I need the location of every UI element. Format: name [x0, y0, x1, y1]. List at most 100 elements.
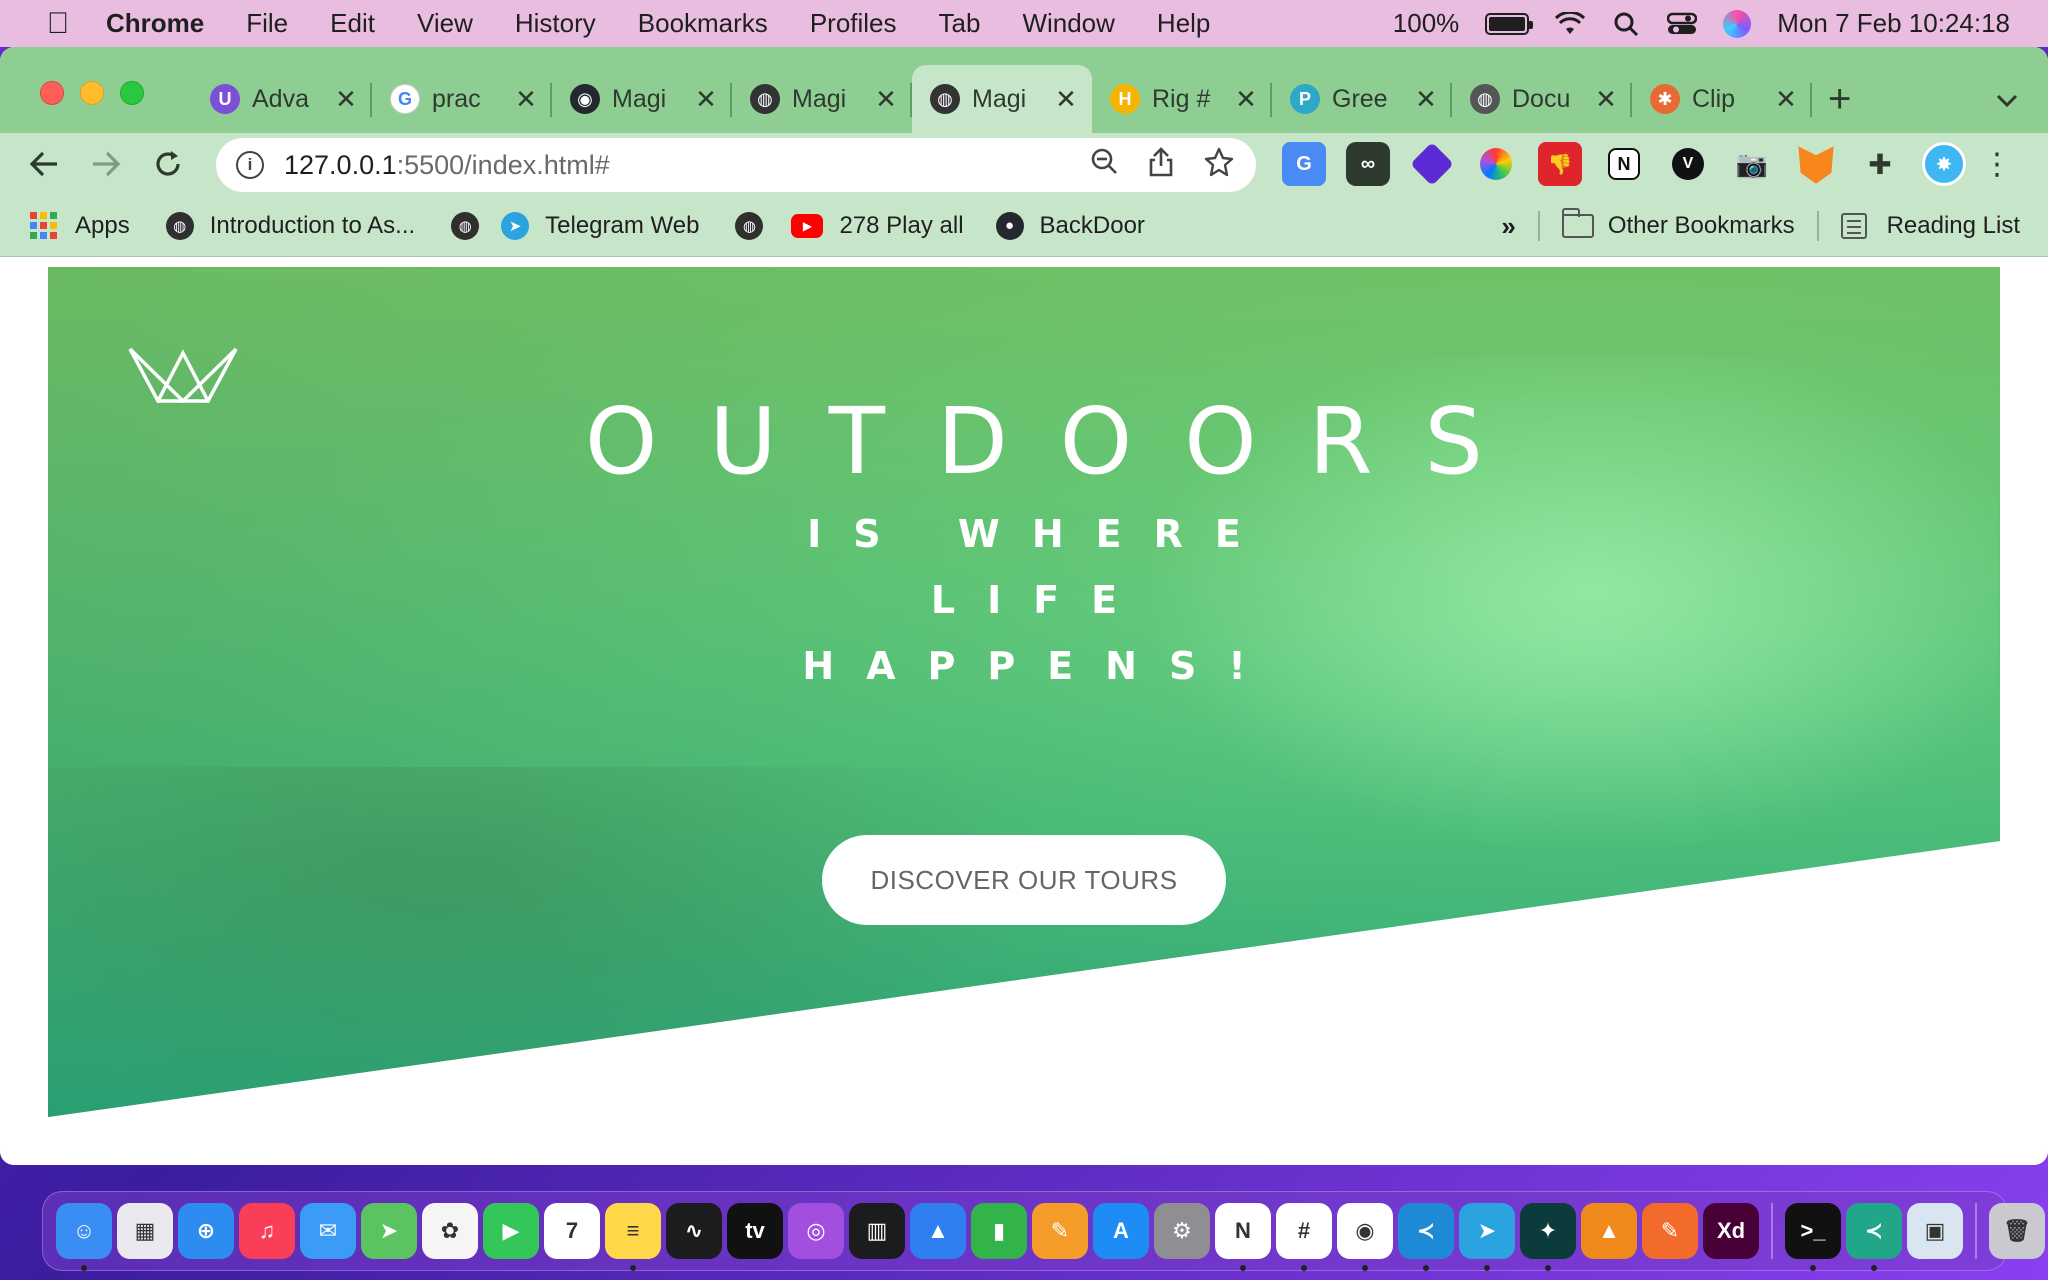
chrome-icon[interactable]: ◉ — [1337, 1203, 1393, 1271]
control-center-icon[interactable] — [1667, 9, 1698, 39]
close-icon[interactable]: ✕ — [874, 84, 898, 115]
tab-5[interactable]: H Rig # ✕ — [1092, 65, 1272, 133]
finder-icon[interactable]: ☺ — [56, 1203, 112, 1271]
facetime-icon[interactable]: ▶ — [483, 1203, 539, 1259]
zoom-icon[interactable] — [1090, 147, 1118, 184]
bookmark-apps[interactable]: Apps — [30, 212, 130, 240]
photos-icon[interactable]: ✿ — [422, 1203, 478, 1259]
tab-search-chevron-icon[interactable] — [1996, 87, 2018, 115]
appletv-icon[interactable]: tv — [727, 1203, 783, 1259]
podcasts-icon[interactable]: ◎ — [788, 1203, 844, 1259]
layers-extension-icon[interactable] — [1410, 142, 1454, 186]
appstore-icon[interactable]: A — [1093, 1203, 1149, 1259]
minimize-window-button[interactable] — [80, 81, 104, 105]
forward-button[interactable] — [84, 142, 128, 186]
close-icon[interactable]: ✕ — [514, 84, 538, 115]
tab-4[interactable]: ◍ Magi ✕ — [912, 65, 1092, 133]
fullscreen-window-button[interactable] — [120, 81, 144, 105]
reload-button[interactable] — [146, 142, 190, 186]
telegram-icon[interactable]: ➤ — [1459, 1203, 1515, 1271]
color-picker-icon[interactable] — [1480, 148, 1512, 180]
pages-icon[interactable]: ✎ — [1032, 1203, 1088, 1259]
notes-icon[interactable]: ≡ — [605, 1203, 661, 1271]
menu-window[interactable]: Window — [1022, 8, 1114, 39]
menu-view[interactable]: View — [417, 8, 473, 39]
notion-clipper-icon[interactable]: N — [1608, 148, 1640, 180]
battery-icon[interactable] — [1485, 12, 1534, 35]
music-icon[interactable]: ♫ — [239, 1203, 295, 1259]
launchpad-icon[interactable]: ▦ — [117, 1203, 173, 1259]
keynote-icon[interactable]: ▲ — [910, 1203, 966, 1259]
maps-icon[interactable]: ➤ — [361, 1203, 417, 1259]
tab-7[interactable]: ◍ Docu ✕ — [1452, 65, 1632, 133]
bookmarks-overflow-icon[interactable]: » — [1501, 211, 1515, 242]
menu-edit[interactable]: Edit — [330, 8, 375, 39]
tab-2[interactable]: ◉ Magi ✕ — [552, 65, 732, 133]
tab-0[interactable]: U Adva ✕ — [192, 65, 372, 133]
bookmark-globe-2[interactable]: ◍ — [735, 211, 764, 240]
menu-tab[interactable]: Tab — [939, 8, 981, 39]
bookmark-star-icon[interactable] — [1204, 147, 1234, 184]
bookmark-telegram-web[interactable]: ➤ Telegram Web — [501, 211, 699, 240]
numbers-icon[interactable]: ▮ — [971, 1203, 1027, 1259]
close-icon[interactable]: ✕ — [694, 84, 718, 115]
vlc-icon[interactable]: ▲ — [1581, 1203, 1637, 1259]
slack-icon[interactable]: # — [1276, 1203, 1332, 1271]
vscode-icon[interactable]: ≺ — [1398, 1203, 1454, 1271]
close-icon[interactable]: ✕ — [334, 84, 358, 115]
menu-history[interactable]: History — [515, 8, 596, 39]
calendar-icon[interactable]: 7 — [544, 1203, 600, 1259]
menu-app-name[interactable]: Chrome — [106, 8, 204, 39]
tab-1[interactable]: Gprac ✕ — [372, 65, 552, 133]
extensions-puzzle-icon[interactable]: ✚ — [1858, 142, 1902, 186]
activity-monitor-icon[interactable]: ▥ — [849, 1203, 905, 1259]
address-bar[interactable]: i 127.0.0.1:5500/index.html# — [216, 138, 1256, 192]
gitkraken-icon[interactable]: ✦ — [1520, 1203, 1576, 1271]
discover-tours-button[interactable]: DISCOVER OUR TOURS — [822, 835, 1226, 925]
menu-bookmarks[interactable]: Bookmarks — [638, 8, 768, 39]
close-icon[interactable]: ✕ — [1594, 84, 1618, 115]
tab-3[interactable]: ◍ Magi ✕ — [732, 65, 912, 133]
apple-menu-icon[interactable]:  — [38, 7, 78, 41]
mail-icon[interactable]: ✉ — [300, 1203, 356, 1259]
close-icon[interactable]: ✕ — [1054, 84, 1078, 115]
tab-8[interactable]: ✱ Clip ✕ — [1632, 65, 1812, 133]
new-tab-button[interactable]: + — [1828, 77, 1851, 122]
menubar-clock[interactable]: Mon 7 Feb 10:24:18 — [1777, 8, 2010, 39]
tab-6[interactable]: P Gree ✕ — [1272, 65, 1452, 133]
reading-list-button[interactable]: Reading List — [1840, 212, 2020, 240]
trash-icon[interactable]: 🗑 — [1989, 1203, 2045, 1259]
other-bookmarks-folder[interactable]: Other Bookmarks — [1561, 208, 1795, 240]
terminal-icon[interactable]: >_ — [1785, 1203, 1841, 1271]
close-window-button[interactable] — [40, 81, 64, 105]
bookmark-backdoor[interactable]: ● BackDoor — [995, 211, 1145, 240]
menu-profiles[interactable]: Profiles — [810, 8, 897, 39]
siri-icon[interactable] — [1723, 9, 1752, 38]
menu-file[interactable]: File — [246, 8, 288, 39]
chrome-menu-icon[interactable]: ⋮ — [1982, 147, 2012, 182]
adobe-xd-icon[interactable]: Xd — [1703, 1203, 1759, 1259]
metamask-fox-icon[interactable] — [1798, 146, 1834, 184]
vpn-extension-icon[interactable]: V — [1672, 148, 1704, 180]
close-icon[interactable]: ✕ — [1774, 84, 1798, 115]
link-extension-icon[interactable]: ∞ — [1346, 142, 1390, 186]
google-translate-icon[interactable]: G — [1282, 142, 1326, 186]
share-icon[interactable] — [1148, 146, 1174, 184]
stocks-icon[interactable]: ∿ — [666, 1203, 722, 1259]
system-preferences-icon[interactable]: ⚙ — [1154, 1203, 1210, 1259]
close-icon[interactable]: ✕ — [1234, 84, 1258, 115]
safari-icon[interactable]: ⊕ — [178, 1203, 234, 1259]
site-info-icon[interactable]: i — [236, 151, 264, 179]
preview-icon[interactable]: ▣ — [1907, 1203, 1963, 1259]
notion-icon[interactable]: N — [1215, 1203, 1271, 1271]
screenshot-camera-icon[interactable]: 📷 — [1730, 142, 1774, 186]
profile-avatar-icon[interactable]: ✸ — [1922, 142, 1966, 186]
close-icon[interactable]: ✕ — [1414, 84, 1438, 115]
wifi-icon[interactable] — [1555, 9, 1586, 39]
menu-help[interactable]: Help — [1157, 8, 1210, 39]
spotlight-search-icon[interactable] — [1611, 9, 1641, 39]
vscode-insiders-icon[interactable]: ≺ — [1846, 1203, 1902, 1271]
bookmark-globe-1[interactable]: ◍ — [451, 211, 480, 240]
bookmark-introduction[interactable]: ◍ Introduction to As... — [165, 211, 415, 240]
sketch-icon[interactable]: ✎ — [1642, 1203, 1698, 1259]
